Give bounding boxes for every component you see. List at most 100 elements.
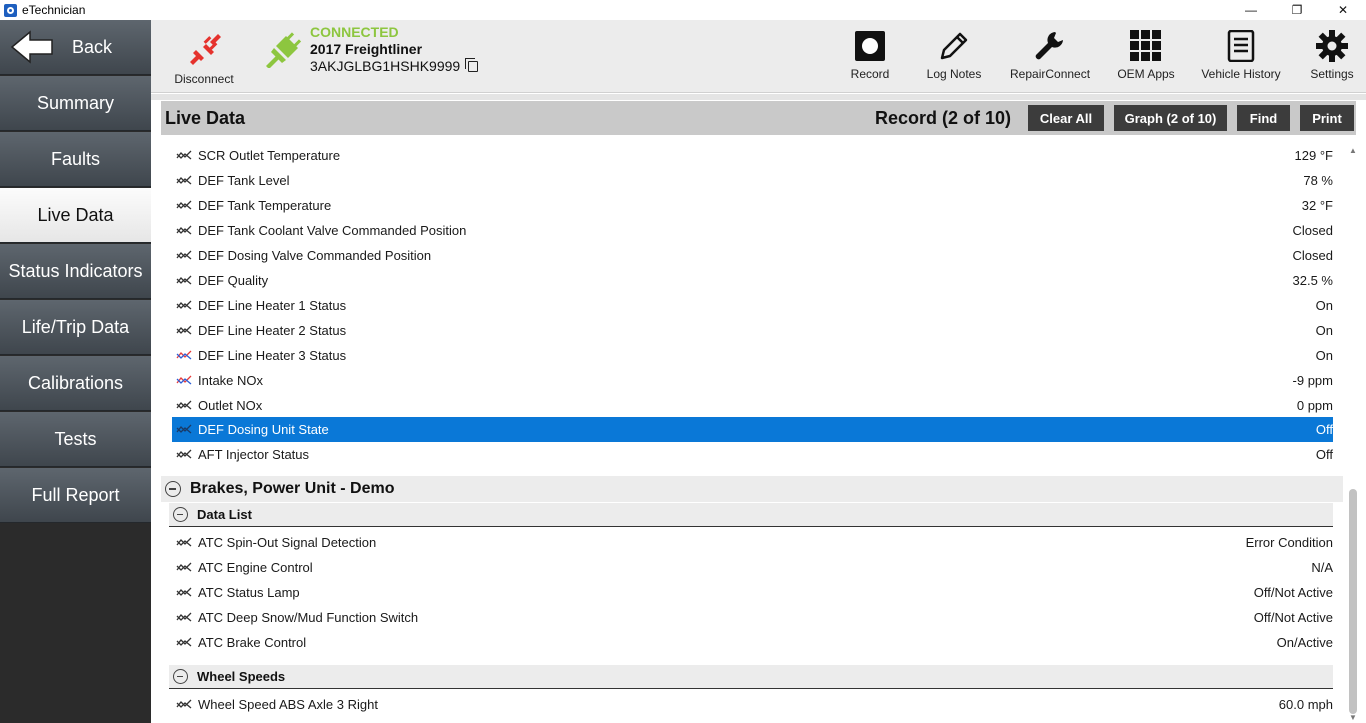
data-row[interactable]: ATC Status Lamp Off/Not Active [172,580,1333,605]
data-value: Closed [1292,248,1333,263]
log-notes-label: Log Notes [926,67,982,81]
vehicle-name: 2017 Freightliner [310,41,423,57]
scroll-down-icon[interactable]: ▼ [1348,713,1358,723]
record-icon [855,31,885,61]
collapse-icon[interactable] [173,669,188,684]
sidebar-item-label: Status Indicators [8,260,143,281]
data-row[interactable]: DEF Dosing Valve Commanded Position Clos… [172,243,1333,268]
data-row[interactable]: SCR Outlet Temperature 129 °F [172,143,1333,168]
data-value: Off [1315,447,1333,462]
data-label: ATC Spin-Out Signal Detection [198,535,377,550]
data-value: 32 °F [1301,198,1333,213]
back-arrow-icon [10,30,54,64]
repairconnect-button[interactable]: RepairConnect [1010,30,1090,81]
etechnician-window: eTechnician — ❐ ✕ Back Summary Faults Li… [0,0,1366,723]
graph-wave-icon [176,587,192,597]
sidebar-item-live-data[interactable]: Live Data [0,188,151,243]
graph-wave-icon [176,250,192,260]
live-data-panel: Live Data Record (2 of 10) Clear All Gra… [151,94,1366,723]
oem-apps-label: OEM Apps [1117,67,1175,81]
data-value: On/Active [1276,635,1333,650]
sidebar-item-faults[interactable]: Faults [0,132,151,187]
vin-text: 3AKJGLBG1HSHK9999 [310,58,461,74]
data-row[interactable]: ATC Brake Control On/Active [172,630,1333,655]
data-row[interactable]: Outlet NOx 0 ppm [172,393,1333,418]
minimize-icon[interactable]: — [1228,0,1274,20]
graph-wave-red-blue-icon [176,350,192,360]
back-button[interactable]: Back [0,20,151,75]
data-label: DEF Quality [198,273,269,288]
data-row-selected[interactable]: DEF Dosing Unit State Off [172,417,1333,442]
data-value: Off/Not Active [1253,610,1333,625]
vehicle-history-button[interactable]: Vehicle History [1201,30,1281,81]
data-value: 78 % [1303,173,1333,188]
subgroup-header-wheel-speeds[interactable]: Wheel Speeds [169,665,1333,689]
sidebar-item-full-report[interactable]: Full Report [0,468,151,523]
scrollbar-thumb[interactable] [1349,489,1357,714]
close-icon[interactable]: ✕ [1320,0,1366,20]
graph-wave-icon [176,537,192,547]
data-row[interactable]: Intake NOx -9 ppm [172,368,1333,393]
sidebar-item-summary[interactable]: Summary [0,76,151,131]
data-value: 60.0 mph [1278,697,1333,712]
graph-wave-icon [176,275,192,285]
data-row[interactable]: DEF Tank Temperature 32 °F [172,193,1333,218]
repairconnect-label: RepairConnect [1010,67,1091,81]
etechnician-logo-icon [4,3,17,17]
data-row[interactable]: DEF Quality 32.5 % [172,268,1333,293]
gear-icon [1316,30,1348,62]
data-row[interactable]: DEF Line Heater 1 Status On [172,293,1333,318]
data-row[interactable]: DEF Tank Coolant Valve Commanded Positio… [172,218,1333,243]
data-label: AFT Injector Status [198,447,310,462]
data-row[interactable]: DEF Line Heater 3 Status On [172,343,1333,368]
vin-display: 3AKJGLBG1HSHK9999 [310,57,479,74]
collapse-icon[interactable] [173,507,188,522]
record-button[interactable]: Record [849,30,891,81]
log-notes-button[interactable]: Log Notes [924,30,984,81]
data-row[interactable]: ATC Engine Control N/A [172,555,1333,580]
subgroup-header-data-list[interactable]: Data List [169,503,1333,527]
data-row[interactable]: DEF Tank Level 78 % [172,168,1333,193]
find-button[interactable]: Find [1237,105,1290,131]
disconnect-plug-icon [190,34,221,65]
clear-all-button[interactable]: Clear All [1028,105,1104,131]
record-status: Record (2 of 10) [875,108,1012,128]
data-row[interactable]: AFT Injector Status Off [172,442,1333,467]
toolbar: Disconnect CONNECTED 2017 Freightliner 3… [151,20,1366,93]
sidebar-item-calibrations[interactable]: Calibrations [0,356,151,411]
data-label: Intake NOx [198,373,264,388]
graph-wave-icon [176,400,192,410]
sidebar-item-tests[interactable]: Tests [0,412,151,467]
sidebar-item-label: Live Data [37,204,114,225]
data-value: Closed [1292,223,1333,238]
group-header-brakes[interactable]: Brakes, Power Unit - Demo [161,476,1343,502]
document-icon [1227,30,1255,62]
data-label: ATC Brake Control [198,635,307,650]
scroll-up-icon[interactable]: ▲ [1348,146,1358,156]
collapse-icon[interactable] [165,481,181,497]
print-button[interactable]: Print [1300,105,1354,131]
data-label: Outlet NOx [198,398,263,413]
data-row[interactable]: ATC Deep Snow/Mud Function Switch Off/No… [172,605,1333,630]
oem-apps-button[interactable]: OEM Apps [1117,30,1175,81]
sidebar: Back Summary Faults Live Data Status Ind… [0,20,151,723]
restore-icon[interactable]: ❐ [1274,0,1320,20]
window-controls: — ❐ ✕ [1228,0,1366,20]
page-title: Live Data [165,108,246,128]
graph-wave-icon [176,699,192,709]
copy-icon[interactable] [465,57,479,72]
data-row[interactable]: ATC Spin-Out Signal Detection Error Cond… [172,530,1333,555]
disconnect-button[interactable]: Disconnect [169,30,239,86]
data-row[interactable]: Wheel Speed ABS Axle 3 Right 60.0 mph [172,692,1333,717]
graph-button[interactable]: Graph (2 of 10) [1114,105,1227,131]
sidebar-item-label: Tests [54,428,97,449]
sidebar-item-life-trip-data[interactable]: Life/Trip Data [0,300,151,355]
vertical-scrollbar[interactable]: ▲ ▼ [1348,146,1358,723]
sidebar-item-status-indicators[interactable]: Status Indicators [0,244,151,299]
settings-button[interactable]: Settings [1308,30,1356,81]
data-row[interactable]: DEF Line Heater 2 Status On [172,318,1333,343]
data-label: DEF Line Heater 1 Status [198,298,347,313]
graph-wave-icon [176,200,192,210]
data-label: DEF Tank Coolant Valve Commanded Positio… [198,223,467,238]
data-value: On [1315,323,1333,338]
